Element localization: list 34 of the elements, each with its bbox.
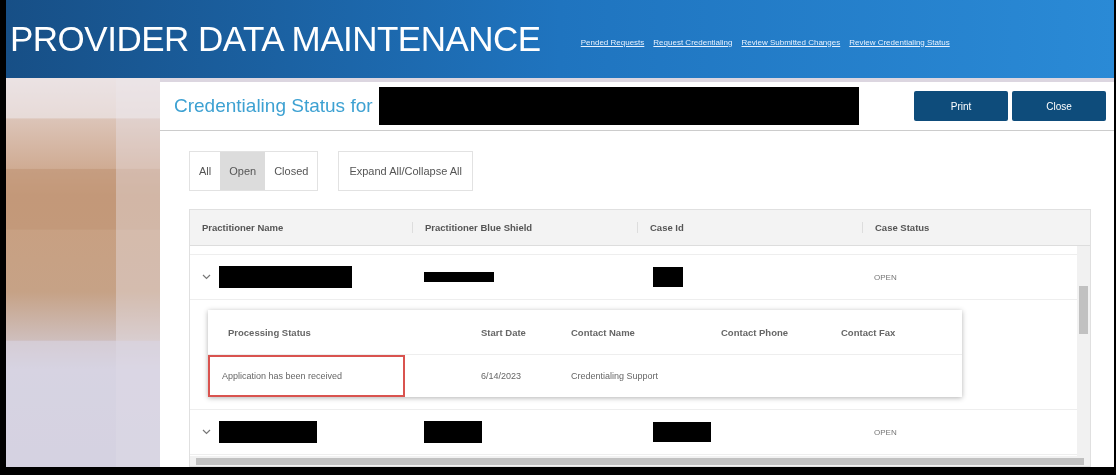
redaction-bar [424, 272, 494, 282]
column-header: Case Status [862, 222, 1090, 233]
column-header: Contact Fax [840, 326, 897, 338]
scrollbar[interactable] [1077, 246, 1090, 456]
nav-link[interactable]: Pended Requests [580, 37, 645, 47]
table-cell-text: Credentialing Support [570, 371, 660, 381]
table-row[interactable]: OPEN [190, 410, 1077, 455]
redaction-bar [424, 421, 482, 443]
highlighted-cell: Application has been received [210, 357, 403, 395]
table-cell: OPEN [874, 272, 897, 282]
redaction-bar [653, 267, 683, 287]
expand-collapse-button[interactable]: Expand All/Collapse All [338, 151, 473, 191]
column-header: Processing Status [227, 326, 312, 338]
column-header: Contact Phone [720, 326, 790, 338]
table-cell-text: 6/14/2023 [480, 371, 523, 381]
nav-link[interactable]: Request Credentialing [653, 37, 733, 47]
column-header: Start Date [480, 326, 527, 338]
chevron-down-icon[interactable] [202, 274, 211, 280]
column-header: Contact Name [570, 326, 636, 338]
filter-tab[interactable]: Open [220, 152, 266, 190]
dialog-title: Credentialing Status for [174, 95, 373, 117]
action-button[interactable]: Print [914, 91, 1008, 121]
nav-link[interactable]: Review Submitted Changes [741, 37, 841, 47]
column-header: Case Id [637, 222, 862, 233]
action-button[interactable]: Close [1012, 91, 1106, 121]
scrollbar[interactable] [190, 456, 1090, 466]
redaction-bar [653, 422, 711, 442]
chevron-down-icon[interactable] [202, 429, 211, 435]
nav-link[interactable]: Review Credentialing Status [849, 37, 950, 47]
table-row[interactable]: OPEN [190, 255, 1077, 300]
column-header: Practitioner Name [201, 222, 285, 233]
table-cell: OPEN [874, 427, 897, 437]
app-title: PROVIDER DATA MAINTENANCE [10, 19, 541, 59]
column-header: Practitioner Blue Shield [412, 222, 637, 233]
